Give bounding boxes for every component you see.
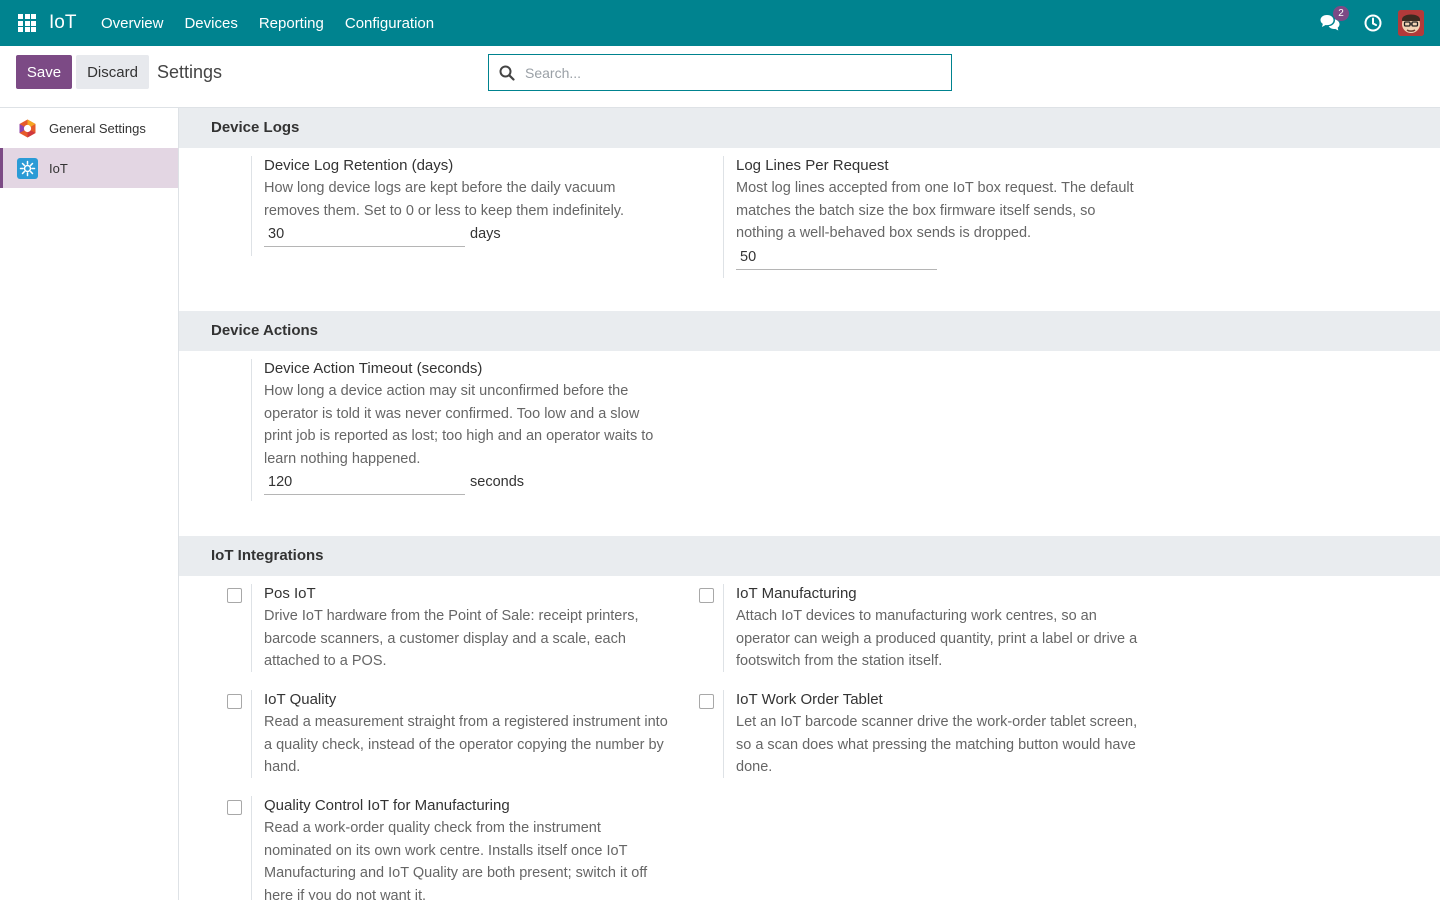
- app-brand[interactable]: IoT: [49, 12, 76, 34]
- field-row: days: [264, 222, 671, 248]
- setting-description: How long a device action may sit unconfi…: [264, 383, 654, 467]
- action-timeout-input[interactable]: [264, 470, 465, 496]
- setting-log-retention: Device Log Retention (days) How long dev…: [251, 156, 671, 256]
- setting-action-timeout: Device Action Timeout (seconds) How long…: [251, 359, 671, 501]
- search-box[interactable]: [488, 54, 952, 91]
- checkbox-iot-manufacturing[interactable]: [699, 588, 714, 603]
- setting-title: IoT Quality: [264, 691, 337, 708]
- log-lines-input[interactable]: [736, 244, 937, 270]
- navbar-systray: 2: [1320, 0, 1424, 46]
- search-input[interactable]: [525, 64, 925, 81]
- chat-badge: 2: [1333, 6, 1349, 21]
- page-title: Settings: [157, 62, 223, 82]
- setting-log-lines: Log Lines Per Request Most log lines acc…: [723, 156, 1143, 278]
- setting-pos-iot: Pos IoT Drive IoT hardware from the Poin…: [251, 584, 671, 672]
- checkbox-quality-control-iot-mrp[interactable]: [227, 800, 242, 815]
- menu-devices[interactable]: Devices: [174, 15, 248, 32]
- unit-label: seconds: [470, 474, 525, 491]
- menu-configuration[interactable]: Configuration: [334, 15, 444, 32]
- section-device-actions-header: Device Actions: [179, 311, 1440, 351]
- setting-description: Most log lines accepted from one IoT box…: [736, 180, 1134, 242]
- setting-iot-work-order-tablet: IoT Work Order Tablet Let an IoT barcode…: [723, 690, 1143, 778]
- setting-iot-quality: IoT Quality Read a measurement straight …: [251, 690, 671, 778]
- setting-quality-control-iot-mrp: Quality Control IoT for Manufacturing Re…: [251, 796, 671, 900]
- setting-description: How long device logs are kept before the…: [264, 180, 624, 219]
- sidebar-item-label: IoT: [49, 160, 68, 176]
- section-device-logs-header: Device Logs: [179, 108, 1440, 148]
- checkbox-iot-quality[interactable]: [227, 694, 242, 709]
- section-integrations-header: IoT Integrations: [179, 536, 1440, 576]
- setting-description: Read a measurement straight from a regis…: [264, 714, 668, 776]
- setting-description: Drive IoT hardware from the Point of Sal…: [264, 608, 639, 670]
- odoo-logo-icon: [17, 118, 38, 139]
- setting-description: Attach IoT devices to manufacturing work…: [736, 608, 1138, 670]
- unit-label: days: [470, 226, 501, 243]
- menu-overview[interactable]: Overview: [90, 15, 174, 32]
- field-row: [736, 244, 1143, 270]
- sidebar-item-general-settings[interactable]: General Settings: [0, 108, 178, 148]
- setting-title: Quality Control IoT for Manufacturing: [264, 797, 510, 814]
- setting-title: IoT Work Order Tablet: [736, 691, 883, 708]
- apps-grid-icon[interactable]: [18, 14, 36, 32]
- setting-title: Pos IoT: [264, 585, 316, 602]
- clock-icon[interactable]: [1364, 14, 1382, 32]
- settings-sidebar: General Settings IoT: [0, 108, 179, 900]
- avatar[interactable]: [1398, 10, 1424, 36]
- setting-iot-manufacturing: IoT Manufacturing Attach IoT devices to …: [723, 584, 1143, 672]
- setting-title: Device Log Retention (days): [264, 157, 454, 174]
- top-navbar: IoT Overview Devices Reporting Configura…: [0, 0, 1440, 46]
- sidebar-item-label: General Settings: [49, 120, 146, 136]
- discard-button[interactable]: Discard: [76, 55, 149, 89]
- setting-description: Read a work-order quality check from the…: [264, 820, 648, 900]
- iot-icon: [17, 157, 38, 179]
- search-icon: [499, 65, 515, 81]
- chat-icon[interactable]: 2: [1320, 6, 1349, 32]
- control-panel: Save Discard Settings: [0, 46, 1440, 108]
- setting-title: IoT Manufacturing: [736, 585, 857, 602]
- checkbox-pos-iot[interactable]: [227, 588, 242, 603]
- log-retention-input[interactable]: [264, 222, 465, 248]
- settings-main: Device Logs Device Log Retention (days) …: [179, 108, 1440, 900]
- setting-title: Log Lines Per Request: [736, 157, 889, 174]
- checkbox-iot-work-order-tablet[interactable]: [699, 694, 714, 709]
- sidebar-item-iot[interactable]: IoT: [0, 148, 178, 188]
- menu-reporting[interactable]: Reporting: [248, 15, 334, 32]
- save-button[interactable]: Save: [16, 55, 72, 89]
- setting-title: Device Action Timeout (seconds): [264, 360, 483, 377]
- setting-description: Let an IoT barcode scanner drive the wor…: [736, 714, 1138, 776]
- field-row: seconds: [264, 470, 671, 496]
